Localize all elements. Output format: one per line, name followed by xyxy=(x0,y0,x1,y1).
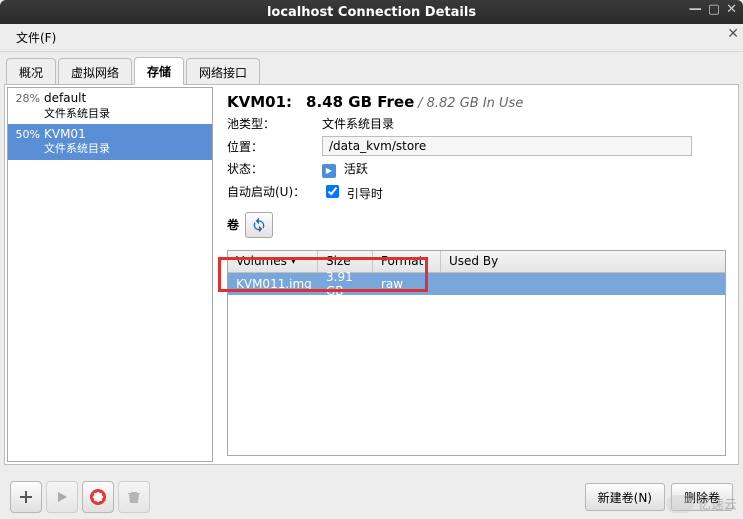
new-volume-button[interactable]: 新建卷(N) xyxy=(585,483,665,511)
refresh-button[interactable] xyxy=(245,212,273,238)
window-titlebar: localhost Connection Details — ▢ ✕ xyxy=(0,0,743,24)
value-state: 活跃 xyxy=(344,162,368,176)
label-state: 状态： xyxy=(227,160,322,177)
tab-storage[interactable]: 存储 xyxy=(134,57,184,85)
col-format[interactable]: Format xyxy=(373,251,441,272)
trash-icon xyxy=(126,489,142,505)
tabs-row: 概况 虚拟网络 存储 网络接口 xyxy=(0,52,743,84)
volume-table: Volumes ▾ Size Format Used By KVM011.img… xyxy=(227,250,726,457)
refresh-icon xyxy=(251,217,267,233)
tab-network-interfaces[interactable]: 网络接口 xyxy=(186,58,260,85)
pool-type: 文件系统目录 xyxy=(44,107,110,121)
cell-volume-format: raw xyxy=(373,275,441,293)
start-pool-button[interactable] xyxy=(46,481,78,513)
close-icon[interactable]: ✕ xyxy=(726,3,737,16)
stop-pool-button[interactable] xyxy=(82,481,114,513)
error-stop-icon xyxy=(89,488,107,506)
menubar: 文件(F) xyxy=(0,24,743,52)
pool-item-default[interactable]: 28% default 文件系统目录 xyxy=(8,88,212,124)
pool-title: KVM01: xyxy=(227,93,292,111)
table-row[interactable]: KVM011.img 3.91 GB raw xyxy=(228,273,725,295)
window-title: localhost Connection Details xyxy=(267,5,476,20)
cell-volume-name: KVM011.img xyxy=(228,275,318,293)
label-volumes: 卷 xyxy=(227,216,239,233)
pool-name: KVM01 xyxy=(44,127,110,143)
value-pool-type: 文件系统目录 xyxy=(322,115,394,132)
value-autostart: 引导时 xyxy=(347,187,383,201)
label-location: 位置： xyxy=(227,138,322,155)
col-volumes[interactable]: Volumes ▾ xyxy=(228,251,318,272)
running-icon xyxy=(322,164,336,178)
chevron-down-icon: ▾ xyxy=(291,256,296,267)
pool-free: 8.48 GB Free xyxy=(306,93,414,111)
pool-detail-pane: KVM01: 8.48 GB Free / 8.82 GB In Use 池类型… xyxy=(215,85,738,464)
tab-overview[interactable]: 概况 xyxy=(6,58,56,85)
play-icon xyxy=(55,490,69,504)
menu-file[interactable]: 文件(F) xyxy=(8,26,64,49)
maximize-icon[interactable]: ▢ xyxy=(708,3,720,16)
minimize-icon[interactable]: — xyxy=(689,3,702,16)
resize-handle-icon[interactable]: ✕ xyxy=(727,26,739,42)
cloud-icon xyxy=(666,495,694,513)
pool-type: 文件系统目录 xyxy=(44,142,110,156)
storage-panel: 28% default 文件系统目录 50% KVM01 文件系统目录 KVM0… xyxy=(4,84,739,465)
table-header: Volumes ▾ Size Format Used By xyxy=(228,251,725,273)
add-pool-button[interactable] xyxy=(10,481,42,513)
pool-inuse: / 8.82 GB In Use xyxy=(418,96,523,111)
label-pool-type: 池类型： xyxy=(227,115,322,132)
pool-header: KVM01: 8.48 GB Free / 8.82 GB In Use xyxy=(227,93,726,111)
watermark: 亿速云 xyxy=(666,494,737,513)
delete-pool-button[interactable] xyxy=(118,481,150,513)
pool-name: default xyxy=(44,91,110,107)
cell-volume-size: 3.91 GB xyxy=(318,268,373,300)
pool-usage-percent: 50% xyxy=(14,127,40,142)
plus-icon xyxy=(18,489,34,505)
autostart-checkbox[interactable] xyxy=(326,185,339,198)
value-location: /data_kvm/store xyxy=(322,136,692,156)
pool-usage-percent: 28% xyxy=(14,91,40,106)
cell-volume-usedby xyxy=(441,282,457,286)
label-autostart: 自动启动(U)： xyxy=(227,183,322,200)
pool-list[interactable]: 28% default 文件系统目录 50% KVM01 文件系统目录 xyxy=(7,87,213,462)
window-controls: — ▢ ✕ xyxy=(689,3,737,16)
tab-virtual-networks[interactable]: 虚拟网络 xyxy=(58,58,132,85)
pool-item-kvm01[interactable]: 50% KVM01 文件系统目录 xyxy=(8,124,212,160)
table-body[interactable]: KVM011.img 3.91 GB raw xyxy=(228,273,725,456)
col-usedby[interactable]: Used By xyxy=(441,251,725,272)
bottom-toolbar: 新建卷(N) 删除卷 xyxy=(4,479,739,515)
